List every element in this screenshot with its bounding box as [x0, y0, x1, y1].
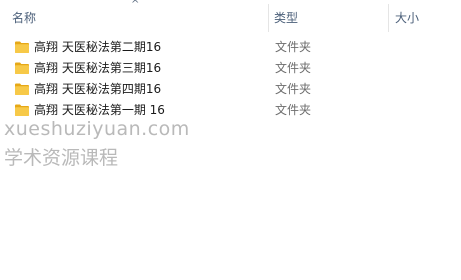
column-divider[interactable] [268, 4, 269, 32]
file-type: 文件夹 [275, 40, 312, 54]
file-explorer-pane: ^ 名称 类型 大小 高翔 天医秘法第二期16 文件夹 高翔 天医秘法第三期16… [0, 0, 461, 280]
file-type: 文件夹 [275, 61, 312, 75]
folder-icon [15, 41, 29, 53]
folder-icon [15, 104, 29, 116]
column-header-type[interactable]: 类型 [274, 0, 384, 34]
file-name: 高翔 天医秘法第二期16 [34, 40, 162, 54]
file-name: 高翔 天医秘法第三期16 [34, 61, 162, 75]
list-item[interactable]: 高翔 天医秘法第四期16 文件夹 [0, 79, 461, 100]
watermark-text: 学术资源课程 [4, 147, 119, 169]
folder-icon [15, 83, 29, 95]
watermark-url: xueshuziyuan.com [4, 118, 190, 140]
file-type: 文件夹 [275, 82, 312, 96]
column-divider[interactable] [388, 4, 389, 32]
file-list: 高翔 天医秘法第二期16 文件夹 高翔 天医秘法第三期16 文件夹 高翔 天医秘… [0, 37, 461, 121]
column-header-size[interactable]: 大小 [395, 0, 455, 34]
file-type: 文件夹 [275, 103, 312, 117]
file-name: 高翔 天医秘法第四期16 [34, 82, 162, 96]
column-header-name[interactable]: 名称 [12, 0, 262, 34]
list-item[interactable]: 高翔 天医秘法第二期16 文件夹 [0, 37, 461, 58]
list-item[interactable]: 高翔 天医秘法第三期16 文件夹 [0, 58, 461, 79]
column-header-bar: ^ 名称 类型 大小 [0, 0, 461, 34]
folder-icon [15, 62, 29, 74]
